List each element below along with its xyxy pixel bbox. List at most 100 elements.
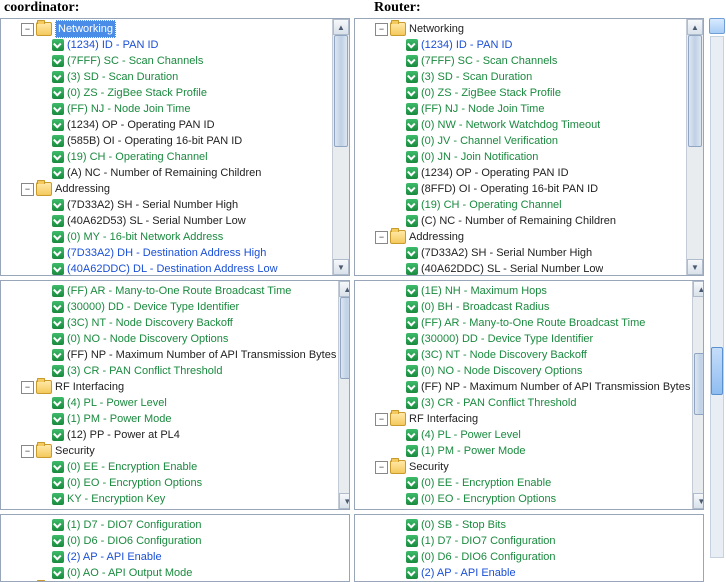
scroll-down-icon[interactable]: ▼ <box>339 493 349 509</box>
scroll-up-icon[interactable] <box>709 18 725 34</box>
tree-row[interactable]: (FF) NP - Maximum Number of API Transmis… <box>357 379 690 395</box>
scroll-thumb[interactable] <box>340 297 349 379</box>
scroll-thumb[interactable] <box>334 35 348 147</box>
tree-row[interactable]: (40A62DDC) SL - Serial Number Low <box>357 261 684 275</box>
collapse-icon[interactable]: − <box>21 23 34 36</box>
tree-row[interactable]: −Security <box>3 443 336 459</box>
tree[interactable]: (1) D7 - DIO7 Configuration(0) D6 - DIO6… <box>1 515 349 581</box>
tree-row[interactable]: NK - Network Encryption Key <box>3 507 336 509</box>
tree-row[interactable]: (A) NC - Number of Remaining Children <box>3 165 330 181</box>
scrollbar[interactable]: ▲ ▼ <box>692 281 703 509</box>
tree-row[interactable]: (1234) ID - PAN ID <box>357 37 684 53</box>
tree-row[interactable]: (7D33A2) SH - Serial Number High <box>357 245 684 261</box>
tree-row[interactable]: (30000) DD - Device Type Identifier <box>3 299 336 315</box>
tree-row[interactable]: (0) NW - Network Watchdog Timeout <box>357 117 684 133</box>
tree-row[interactable]: (3) SD - Scan Duration <box>3 69 330 85</box>
tree-row[interactable]: KY - Encryption Key <box>3 491 336 507</box>
tree-row[interactable]: (1E) NH - Maximum Hops <box>357 283 690 299</box>
collapse-icon[interactable]: − <box>375 231 388 244</box>
tree-row[interactable]: (FF) NJ - Node Join Time <box>357 101 684 117</box>
tree-row[interactable]: (0) NO - Node Discovery Options <box>357 363 690 379</box>
tree-row[interactable]: (0) AO - API Output Mode <box>3 565 347 581</box>
tree-row[interactable]: (1) PM - Power Mode <box>3 411 336 427</box>
tree-row[interactable]: (FF) AR - Many-to-One Route Broadcast Ti… <box>3 283 336 299</box>
tree-row[interactable]: −Networking <box>357 21 684 37</box>
scroll-down-icon[interactable]: ▼ <box>693 493 703 509</box>
tree-row[interactable]: (1234) OP - Operating PAN ID <box>3 117 330 133</box>
tree-row[interactable]: (3) CR - PAN Conflict Threshold <box>357 395 690 411</box>
tree-row[interactable]: (1) D7 - DIO7 Configuration <box>357 533 701 549</box>
tree-row[interactable]: −Addressing <box>357 229 684 245</box>
scroll-up-icon[interactable]: ▲ <box>333 19 349 35</box>
tree-row[interactable]: (3) CR - PAN Conflict Threshold <box>3 363 336 379</box>
tree-row[interactable]: (0) SB - Stop Bits <box>357 517 701 533</box>
collapse-icon[interactable]: − <box>375 461 388 474</box>
collapse-icon[interactable]: − <box>21 381 34 394</box>
tree[interactable]: (0) SB - Stop Bits(1) D7 - DIO7 Configur… <box>355 515 703 581</box>
scroll-up-icon[interactable]: ▲ <box>687 19 703 35</box>
scroll-up-icon[interactable]: ▲ <box>693 281 703 297</box>
tree-row[interactable]: −Networking <box>3 21 330 37</box>
collapse-icon[interactable]: − <box>21 445 34 458</box>
tree-row[interactable]: (40A62DDC) DL - Destination Address Low <box>3 261 330 275</box>
scrollbar[interactable]: ▲ ▼ <box>332 19 349 275</box>
tree-row[interactable]: −Security <box>357 459 690 475</box>
tree-row[interactable]: (7FFF) SC - Scan Channels <box>3 53 330 69</box>
tree-row[interactable]: −Addressing <box>3 181 330 197</box>
tree-row[interactable]: (0) JV - Channel Verification <box>357 133 684 149</box>
tree[interactable]: −Networking(1234) ID - PAN ID(7FFF) SC -… <box>355 19 686 275</box>
tree-row[interactable]: (1234) ID - PAN ID <box>3 37 330 53</box>
tree-row[interactable]: (0) BH - Broadcast Radius <box>357 299 690 315</box>
tree-row[interactable]: (3C) NT - Node Discovery Backoff <box>357 347 690 363</box>
collapse-icon[interactable]: − <box>375 413 388 426</box>
tree-row[interactable]: (0) EE - Encryption Enable <box>3 459 336 475</box>
tree-row[interactable]: (3) SD - Scan Duration <box>357 69 684 85</box>
scroll-down-icon[interactable]: ▼ <box>333 259 349 275</box>
tree-row[interactable]: (7FFF) SC - Scan Channels <box>357 53 684 69</box>
tree-row[interactable]: (FF) AR - Many-to-One Route Broadcast Ti… <box>357 315 690 331</box>
tree-row[interactable]: (4) PL - Power Level <box>3 395 336 411</box>
page-scrollbar[interactable] <box>708 18 726 582</box>
tree-row[interactable]: (0) ZS - ZigBee Stack Profile <box>357 85 684 101</box>
tree-row[interactable]: (0) ZS - ZigBee Stack Profile <box>3 85 330 101</box>
scroll-thumb[interactable] <box>688 35 702 147</box>
tree-row[interactable]: (7D33A2) DH - Destination Address High <box>3 245 330 261</box>
tree-row[interactable]: (0) NO - Node Discovery Options <box>3 331 336 347</box>
tree-row[interactable]: (0) EE - Encryption Enable <box>357 475 690 491</box>
tree-row[interactable]: (0) EO - Encryption Options <box>357 491 690 507</box>
tree-row[interactable]: (0) D6 - DIO6 Configuration <box>3 533 347 549</box>
tree-row[interactable]: (30000) DD - Device Type Identifier <box>357 331 690 347</box>
tree-row[interactable]: (3C) NT - Node Discovery Backoff <box>3 315 336 331</box>
tree-row[interactable]: (7D33A2) SH - Serial Number High <box>3 197 330 213</box>
tree-row[interactable]: −RF Interfacing <box>3 379 336 395</box>
tree-row[interactable]: (0) MY - 16-bit Network Address <box>3 229 330 245</box>
tree-row[interactable]: (C) NC - Number of Remaining Children <box>357 213 684 229</box>
scrollbar[interactable]: ▲ ▼ <box>686 19 703 275</box>
tree-row[interactable]: (4) PL - Power Level <box>357 427 690 443</box>
tree-row[interactable]: (2) AP - API Enable <box>3 549 347 565</box>
tree-row[interactable]: (1234) OP - Operating PAN ID <box>357 165 684 181</box>
scroll-up-icon[interactable]: ▲ <box>339 281 349 297</box>
tree-row[interactable]: (19) CH - Operating Channel <box>3 149 330 165</box>
tree-row[interactable]: (40A62D53) SL - Serial Number Low <box>3 213 330 229</box>
tree-row[interactable]: (0) D6 - DIO6 Configuration <box>357 549 701 565</box>
tree-row[interactable]: (0) EO - Encryption Options <box>3 475 336 491</box>
tree-row[interactable]: (12) PP - Power at PL4 <box>3 427 336 443</box>
tree-row[interactable]: (0) JN - Join Notification <box>357 149 684 165</box>
tree-row[interactable]: (1) D7 - DIO7 Configuration <box>3 517 347 533</box>
tree-row[interactable]: (2) AP - API Enable <box>357 565 701 581</box>
tree-row[interactable]: (FF) NP - Maximum Number of API Transmis… <box>3 347 336 363</box>
tree-row[interactable]: (1) PM - Power Mode <box>357 443 690 459</box>
tree-row[interactable]: (19) CH - Operating Channel <box>357 197 684 213</box>
tree-row[interactable]: KY - Encryption Key <box>357 507 690 509</box>
scroll-down-icon[interactable]: ▼ <box>687 259 703 275</box>
scrollbar[interactable]: ▲ ▼ <box>338 281 349 509</box>
tree[interactable]: (1E) NH - Maximum Hops(0) BH - Broadcast… <box>355 281 692 509</box>
tree-row[interactable]: (FF) NJ - Node Join Time <box>3 101 330 117</box>
tree-row[interactable]: −RF Interfacing <box>357 411 690 427</box>
scroll-thumb[interactable] <box>694 353 703 415</box>
collapse-icon[interactable]: − <box>375 23 388 36</box>
tree-row[interactable]: (8FFD) OI - Operating 16-bit PAN ID <box>357 181 684 197</box>
collapse-icon[interactable]: − <box>21 183 34 196</box>
scroll-thumb[interactable] <box>711 347 723 395</box>
